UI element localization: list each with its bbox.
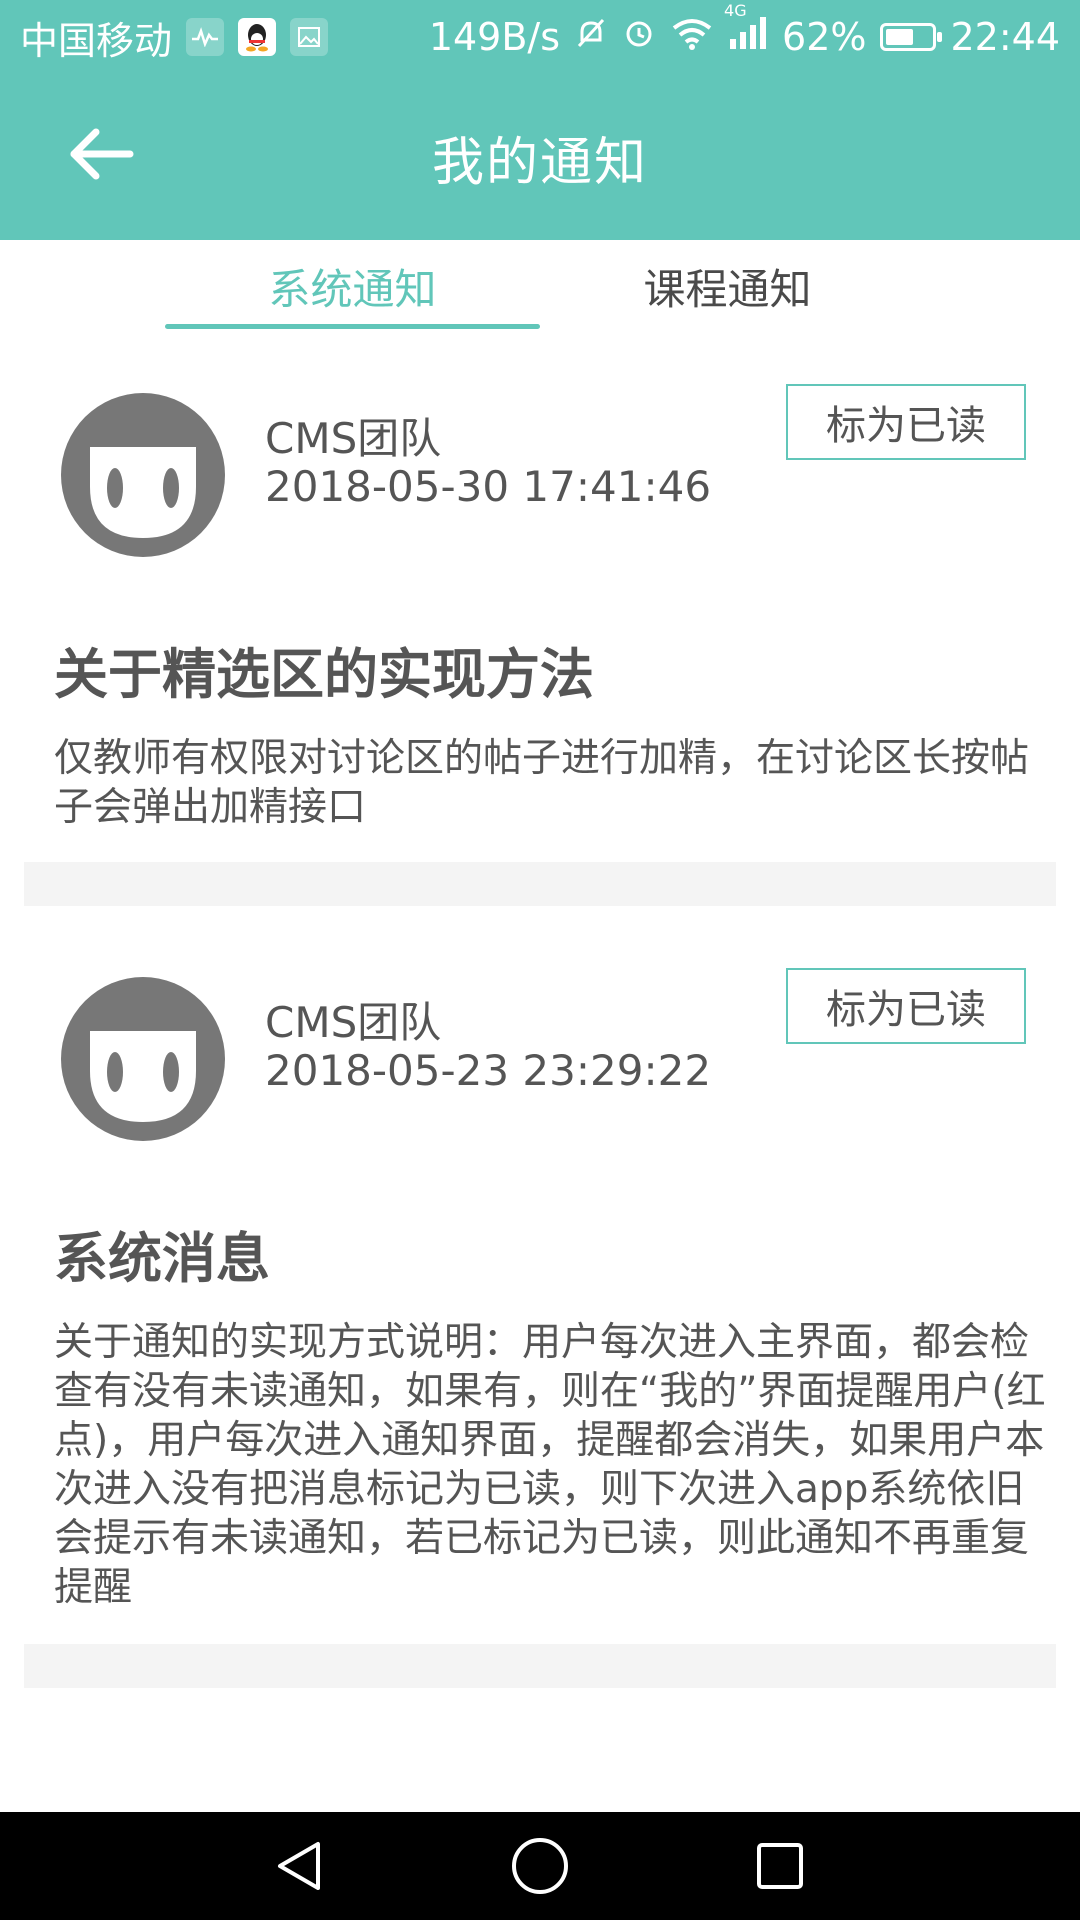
net-speed: 149B/s bbox=[428, 15, 561, 59]
clock: 22:44 bbox=[950, 15, 1060, 59]
tab-system-notice[interactable]: 系统通知 bbox=[165, 240, 540, 332]
tab-course-notice[interactable]: 课程通知 bbox=[540, 240, 915, 332]
alarm-icon bbox=[622, 15, 656, 59]
status-bar-left: 中国移动 bbox=[20, 10, 329, 65]
carrier-label: 中国移动 bbox=[20, 18, 173, 63]
notice-time: 2018-05-30 17:41:46 bbox=[265, 462, 712, 511]
nav-recents-button[interactable] bbox=[740, 1826, 820, 1906]
signal-type: 4G bbox=[724, 0, 747, 20]
notice-sender: CMS团队 bbox=[265, 998, 442, 1047]
card-separator bbox=[24, 862, 1056, 906]
back-triangle-icon bbox=[278, 1842, 320, 1890]
notice-time: 2018-05-23 23:29:22 bbox=[265, 1046, 712, 1095]
notice-title: 系统消息 bbox=[54, 1227, 270, 1290]
nav-back-button[interactable] bbox=[260, 1826, 340, 1906]
notice-body: 关于通知的实现方式说明：用户每次进入主界面，都会检查有没有未读通知，如果有，则在… bbox=[54, 1320, 1046, 1610]
avatar-icon bbox=[61, 393, 225, 557]
recents-square-icon bbox=[757, 1843, 803, 1889]
tab-active-indicator bbox=[165, 324, 540, 329]
notifications-screen: 中国移动 149B/s 4G 62% 22:44 我的通知 系统通知 课程通知 … bbox=[0, 0, 1080, 1920]
wifi-icon bbox=[670, 15, 714, 59]
tab-bar: 系统通知 课程通知 bbox=[0, 240, 1080, 332]
mark-as-read-button[interactable]: 标为已读 bbox=[786, 968, 1026, 1044]
nav-home-button[interactable] bbox=[500, 1826, 580, 1906]
navigation-bar bbox=[0, 1812, 1080, 1920]
battery-level-fill bbox=[886, 29, 914, 45]
battery-percent: 62% bbox=[782, 15, 867, 59]
page-title: 我的通知 bbox=[431, 132, 648, 193]
notice-title: 关于精选区的实现方法 bbox=[54, 643, 594, 706]
cellular-signal-icon: 4G bbox=[724, 1, 768, 60]
notice-sender: CMS团队 bbox=[265, 414, 442, 463]
app-bar: 我的通知 bbox=[0, 74, 1080, 240]
avatar-icon bbox=[61, 977, 225, 1141]
status-bar-right: 149B/s 4G 62% 22:44 bbox=[428, 1, 1060, 60]
home-circle-icon bbox=[512, 1838, 568, 1894]
mute-icon bbox=[574, 15, 608, 59]
mark-as-read-button[interactable]: 标为已读 bbox=[786, 384, 1026, 460]
qq-icon bbox=[238, 18, 277, 56]
notice-body: 仅教师有权限对讨论区的帖子进行加精，在讨论区长按帖子会弹出加精接口 bbox=[54, 736, 1030, 830]
gallery-icon bbox=[290, 18, 329, 56]
status-bar: 中国移动 149B/s 4G 62% 22:44 bbox=[0, 0, 1080, 74]
battery-icon bbox=[880, 23, 943, 51]
card-separator bbox=[24, 1644, 1056, 1688]
health-app-icon bbox=[186, 18, 225, 56]
